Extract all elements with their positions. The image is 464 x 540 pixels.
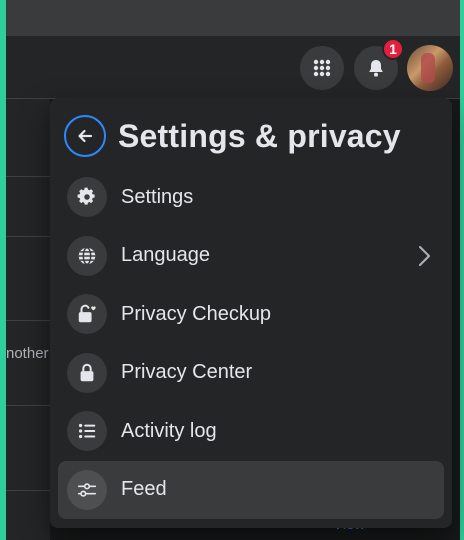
menu-button[interactable]	[300, 46, 344, 90]
lock-icon	[67, 352, 107, 393]
lock-heart-icon	[67, 294, 107, 335]
grid-icon	[313, 59, 331, 77]
menu-item-label: Privacy Center	[121, 361, 253, 384]
notification-badge: 1	[382, 38, 404, 60]
avatar[interactable]	[407, 45, 453, 91]
background-divider	[6, 490, 50, 491]
menu-item-label: Privacy Checkup	[121, 302, 272, 325]
menu-item-privacy-checkup[interactable]: Privacy Checkup	[58, 285, 444, 344]
menu-item-language[interactable]: Language	[58, 227, 444, 286]
panel-header: Settings & privacy	[64, 112, 401, 160]
list-icon	[67, 411, 107, 452]
globe-icon	[67, 235, 107, 276]
menu-item-settings[interactable]: Settings	[58, 168, 444, 227]
menu-item-feed[interactable]: Feed	[58, 460, 444, 519]
menu-item-label: Feed	[121, 478, 167, 501]
gear-icon	[67, 177, 107, 218]
panel-title: Settings & privacy	[118, 117, 401, 154]
menu-item-label: Activity log	[121, 419, 217, 442]
menu-item-label: Language	[121, 244, 210, 267]
window-edge-right	[460, 0, 464, 540]
menu-item-privacy-center[interactable]: Privacy Center	[58, 344, 444, 403]
browser-strip	[6, 0, 460, 36]
menu-item-activity-log[interactable]: Activity log	[58, 402, 444, 461]
arrow-left-icon	[78, 129, 93, 143]
menu-item-label: Settings	[121, 185, 194, 208]
background-divider	[6, 236, 50, 237]
background-divider	[6, 176, 50, 177]
settings-menu-list: Settings Language Privacy Checkup Privac…	[58, 168, 444, 519]
avatar-photo-detail	[421, 53, 435, 83]
background-divider	[6, 405, 50, 406]
bell-icon	[369, 60, 383, 77]
chevron-right-icon	[419, 245, 430, 266]
settings-privacy-panel: Settings & privacy Settings Language Pri…	[50, 98, 452, 528]
sliders-icon	[67, 469, 107, 510]
back-button[interactable]	[64, 115, 106, 157]
background-divider	[6, 320, 50, 321]
background-peek-text: nother	[6, 345, 49, 362]
